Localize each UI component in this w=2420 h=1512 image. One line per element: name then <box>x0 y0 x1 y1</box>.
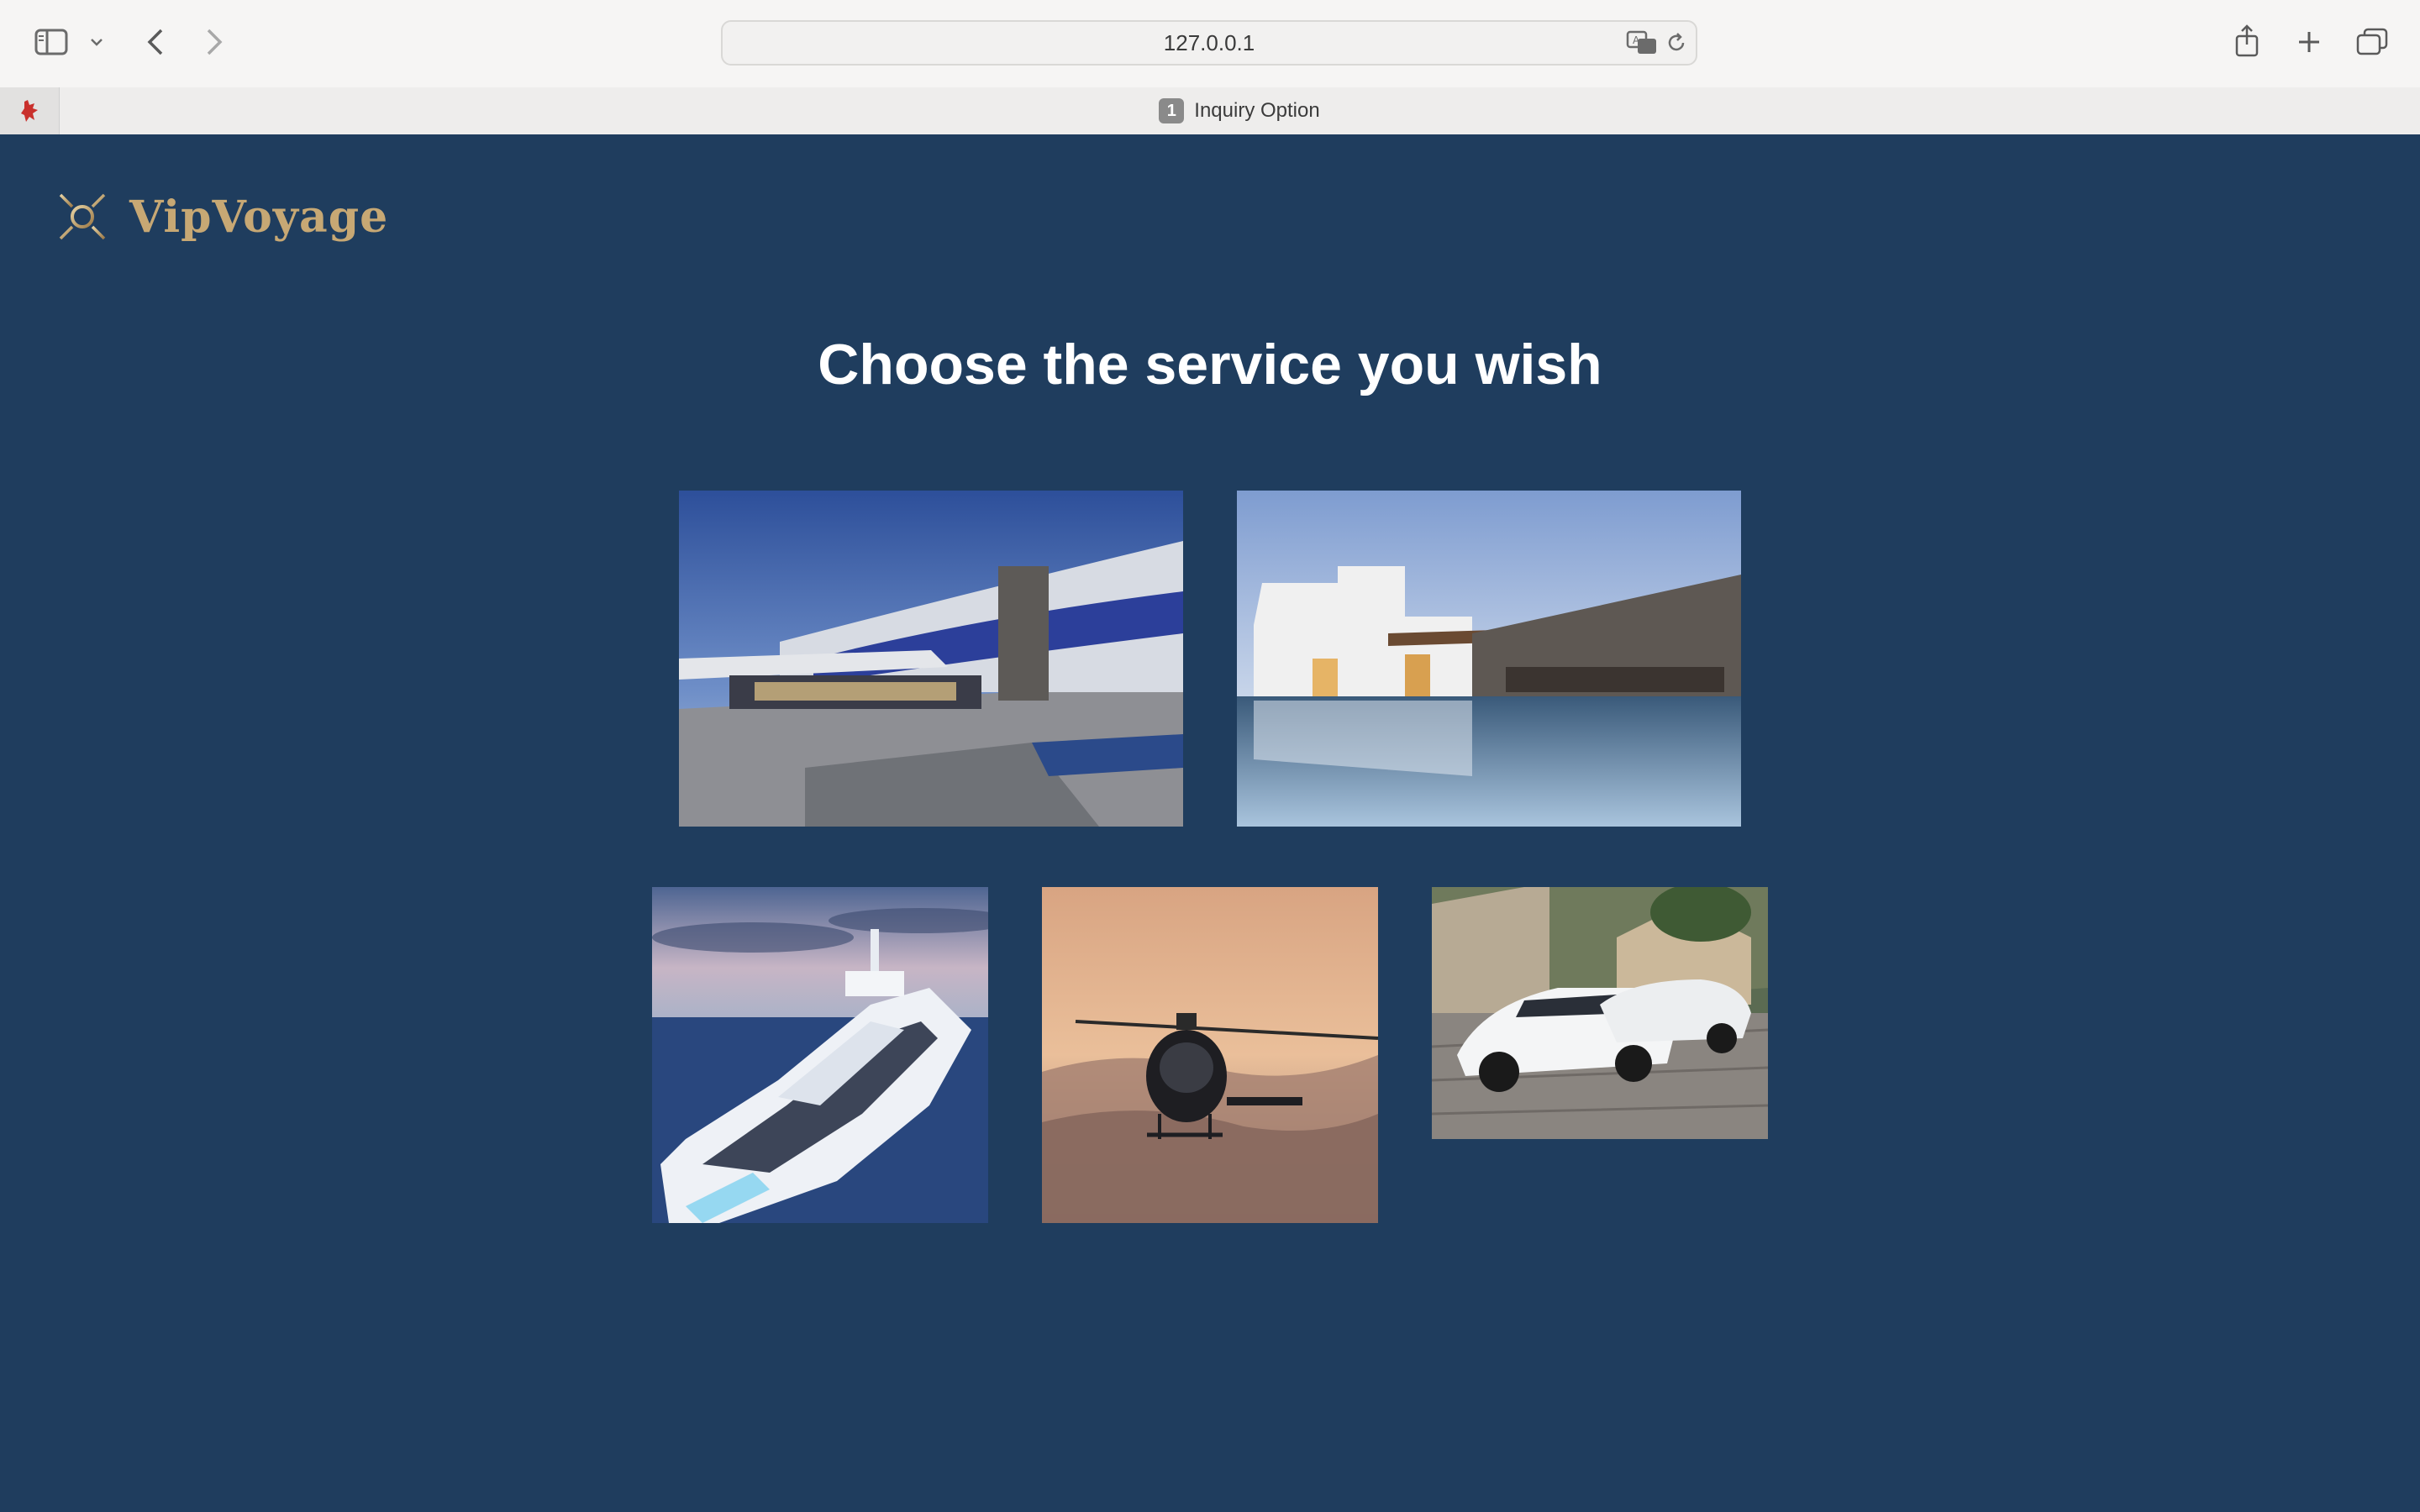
yacht-photo <box>652 887 988 1223</box>
page-title: Choose the service you wish <box>818 333 1602 396</box>
hotel-photo <box>679 491 1183 827</box>
brand-name: VipVoyage <box>129 191 389 243</box>
service-card-helicopter[interactable] <box>1042 887 1378 1223</box>
address-bar[interactable]: 127.0.0.1 A <box>721 20 1697 66</box>
brand-logo[interactable]: VipVoyage <box>55 190 388 244</box>
sun-logo-icon <box>59 193 106 240</box>
service-card-villa[interactable] <box>1237 491 1741 827</box>
reload-icon[interactable] <box>1662 29 1691 57</box>
tab-strip: 1 Inquiry Option <box>0 87 2420 134</box>
svg-text:A: A <box>1633 34 1640 46</box>
back-icon[interactable] <box>141 25 170 59</box>
new-tab-icon[interactable] <box>2292 25 2326 59</box>
tab-index-badge: 1 <box>1159 98 1185 123</box>
chevron-down-icon[interactable] <box>87 30 106 54</box>
villa-photo <box>1237 491 1741 827</box>
translate-icon[interactable]: A <box>1625 29 1659 57</box>
car-photo <box>1432 887 1768 1139</box>
page-content: VipVoyage Choose the service you wish <box>0 134 2420 1512</box>
share-icon[interactable] <box>2230 22 2264 60</box>
tab-title: Inquiry Option <box>1194 99 1320 122</box>
sidebar-icon[interactable] <box>32 25 71 59</box>
url-text[interactable]: 127.0.0.1 <box>723 22 1696 64</box>
tab-overview-icon[interactable] <box>2354 25 2390 59</box>
service-card-yacht[interactable] <box>652 887 988 1223</box>
service-card-car[interactable] <box>1432 887 1768 1139</box>
pinned-tab-favicon-icon <box>21 100 38 122</box>
tab-inquiry-option[interactable]: 1 Inquiry Option <box>59 87 2420 134</box>
forward-icon[interactable] <box>200 25 229 59</box>
helicopter-photo <box>1042 887 1378 1223</box>
service-card-hotel[interactable] <box>679 491 1183 827</box>
browser-chrome: 127.0.0.1 A 1 Inquiry Option <box>0 0 2420 135</box>
pinned-tab[interactable] <box>0 87 60 134</box>
